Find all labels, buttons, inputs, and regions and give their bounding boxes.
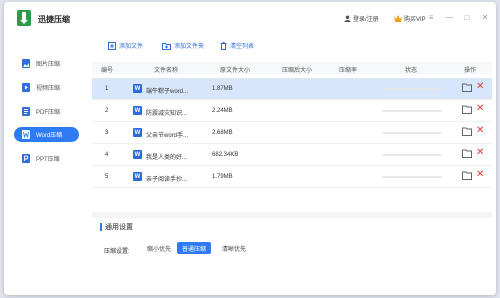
accent-bar <box>100 223 102 231</box>
settings-title-text: 通用设置 <box>105 224 133 231</box>
row-number: 3 <box>105 130 109 136</box>
settings-title: 通用设置 <box>100 222 133 232</box>
file-name: 端午粽子word... <box>146 89 189 95</box>
folder-icon[interactable] <box>462 105 472 114</box>
folder-icon[interactable] <box>462 127 472 136</box>
progress-bar <box>382 176 442 178</box>
file-name: 我是人类的好... <box>146 155 188 161</box>
video-icon <box>22 83 30 92</box>
main-panel: 添加文件 添加文件夹 清空列表 编号 文件名称 原文件大小 压缩后大小 压缩率 … <box>88 36 496 295</box>
delete-icon[interactable]: ✕ <box>476 81 484 92</box>
option-normal-compress[interactable]: 普通压缩 <box>177 242 212 254</box>
word-doc-icon: W <box>133 150 142 159</box>
folder-icon[interactable] <box>462 149 472 158</box>
row-number: 5 <box>105 174 109 180</box>
delete-icon[interactable]: ✕ <box>476 169 484 180</box>
add-folder-button[interactable]: 添加文件夹 <box>162 41 204 50</box>
add-file-label: 添加文件 <box>119 44 144 50</box>
add-file-icon <box>108 41 116 50</box>
app-logo-icon <box>17 10 31 26</box>
word-doc-icon: W <box>133 84 142 93</box>
file-size: 2.24MB <box>212 108 233 114</box>
word-icon <box>22 130 30 139</box>
column-header: 编号 <box>101 68 114 74</box>
clear-list-label: 清空列表 <box>230 44 255 50</box>
add-folder-icon <box>162 42 171 50</box>
word-doc-icon: W <box>133 172 142 181</box>
sidebar-item-image[interactable]: 图片压缩 <box>14 56 79 71</box>
sidebar-item-word[interactable]: Word压缩 <box>14 127 79 142</box>
word-doc-icon: W <box>133 128 142 137</box>
image-icon <box>22 59 30 68</box>
sidebar-item-label: 视频压缩 <box>36 86 61 92</box>
column-header: 原文件大小 <box>220 68 251 74</box>
login-button[interactable]: 登录/注册 <box>344 14 379 23</box>
column-header: 压缩率 <box>339 68 358 74</box>
compress-setting-label: 压缩设置: <box>104 249 130 255</box>
sidebar-item-label: PDF压缩 <box>36 110 61 116</box>
file-name: 亲子阅读手抄... <box>146 177 188 183</box>
sidebar-item-label: PPT压缩 <box>36 157 60 163</box>
toolbar: 添加文件 添加文件夹 清空列表 <box>88 36 496 56</box>
sidebar-item-pdf[interactable]: PDF压缩 <box>14 104 79 119</box>
row-number: 4 <box>105 152 109 158</box>
table-header: 编号 文件名称 原文件大小 压缩后大小 压缩率 状态 操作 <box>92 62 492 74</box>
progress-bar <box>382 154 442 156</box>
close-icon[interactable]: ✕ <box>480 12 490 22</box>
table-row[interactable]: 4 W 我是人类的好... 682.34KB ✕ <box>92 144 492 166</box>
clear-list-button[interactable]: 清空列表 <box>220 41 254 50</box>
add-file-button[interactable]: 添加文件 <box>108 41 143 50</box>
table-row[interactable]: 2 W 防震减灾知识... 2.24MB ✕ <box>92 100 492 122</box>
row-number: 1 <box>105 86 109 92</box>
sidebar-item-video[interactable]: 视频压缩 <box>14 80 79 95</box>
login-label: 登录/注册 <box>353 17 379 23</box>
sidebar: 图片压缩 视频压缩 PDF压缩 Word压缩 PPT压缩 <box>4 36 88 295</box>
table-row[interactable]: 1 W 端午粽子word... 1.87MB ✕ <box>92 78 492 100</box>
progress-bar <box>382 132 442 134</box>
app-window: 迅捷压缩 登录/注册 购买VIP ≡ — □ ✕ 图片压缩 视频压缩 PDF压缩… <box>4 2 496 295</box>
table-row[interactable]: 5 W 亲子阅读手抄... 1.79MB ✕ <box>92 166 492 188</box>
delete-icon[interactable]: ✕ <box>476 147 484 158</box>
column-header: 文件名称 <box>154 68 179 74</box>
ppt-icon <box>22 154 30 163</box>
sidebar-item-ppt[interactable]: PPT压缩 <box>14 151 79 166</box>
sidebar-item-label: Word压缩 <box>36 133 63 139</box>
progress-bar <box>382 88 442 90</box>
title-bar: 迅捷压缩 登录/注册 购买VIP ≡ — □ ✕ <box>4 2 496 36</box>
word-doc-icon: W <box>133 106 142 115</box>
file-name: 防震减灾知识... <box>146 111 188 117</box>
delete-icon[interactable]: ✕ <box>476 103 484 114</box>
column-header: 操作 <box>464 68 477 74</box>
add-folder-label: 添加文件夹 <box>174 44 205 50</box>
file-name: 父亲节word手... <box>146 133 189 139</box>
vip-label: 购买VIP <box>404 17 426 23</box>
app-title: 迅捷压缩 <box>38 15 70 24</box>
row-number: 2 <box>105 108 109 114</box>
general-settings-panel: 通用设置 压缩设置: 缩小优先 普通压缩 清晰优先 <box>92 212 492 295</box>
menu-icon[interactable]: ≡ <box>426 12 436 22</box>
folder-icon[interactable] <box>462 171 472 180</box>
pdf-icon <box>22 107 30 116</box>
sidebar-item-label: 图片压缩 <box>36 62 61 68</box>
trash-icon <box>220 41 227 50</box>
column-header: 状态 <box>405 68 418 74</box>
crown-icon <box>394 15 402 22</box>
option-small-first[interactable]: 缩小优先 <box>142 242 176 254</box>
file-size: 1.87MB <box>212 86 233 92</box>
file-size: 682.34KB <box>212 152 239 158</box>
user-icon <box>344 15 351 22</box>
column-header: 压缩后大小 <box>282 68 313 74</box>
file-size: 2.68MB <box>212 130 233 136</box>
file-size: 1.79MB <box>212 174 233 180</box>
maximize-icon[interactable]: □ <box>462 12 472 22</box>
window-controls: ≡ — □ ✕ <box>426 12 490 22</box>
delete-icon[interactable]: ✕ <box>476 125 484 136</box>
folder-icon[interactable] <box>462 83 472 92</box>
minimize-icon[interactable]: — <box>444 12 454 22</box>
vip-button[interactable]: 购买VIP <box>394 14 426 23</box>
option-clarity-first[interactable]: 清晰优先 <box>217 242 251 254</box>
progress-bar <box>382 110 442 112</box>
table-row[interactable]: 3 W 父亲节word手... 2.68MB ✕ <box>92 122 492 144</box>
